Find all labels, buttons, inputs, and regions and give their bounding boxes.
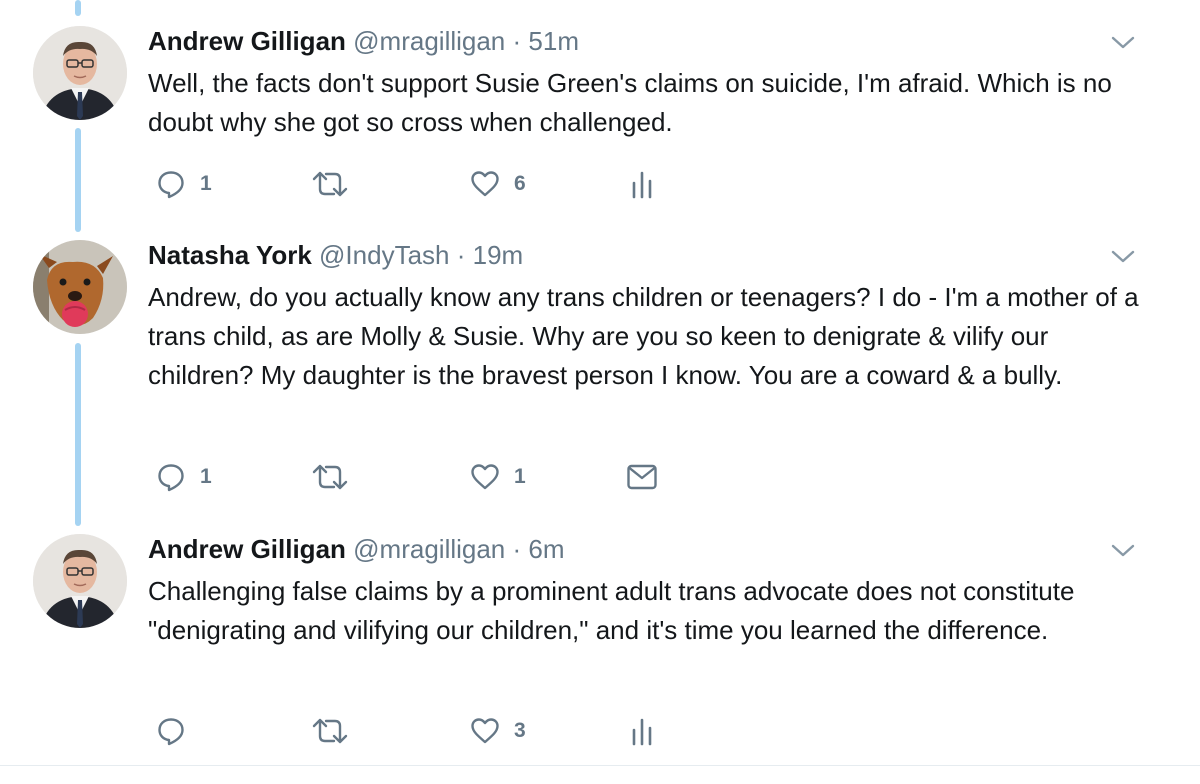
reply-icon	[158, 464, 184, 492]
username[interactable]: @IndyTash	[319, 240, 449, 270]
avatar-image	[33, 26, 127, 120]
avatar[interactable]	[33, 240, 127, 334]
retweet-button[interactable]	[310, 714, 364, 748]
tweet-header: Andrew Gilligan @mragilligan · 6m	[148, 534, 565, 564]
retweet-button[interactable]	[310, 460, 364, 494]
like-button[interactable]: 1	[470, 460, 526, 494]
reply-icon	[158, 718, 184, 746]
tweet-header: Andrew Gilligan @mragilligan · 51m	[148, 26, 579, 56]
separator: ·	[512, 534, 522, 564]
reply-button[interactable]: 1	[156, 460, 212, 494]
tweet-text: Well, the facts don't support Susie Gree…	[148, 68, 1120, 137]
heart-icon	[471, 718, 499, 744]
separator: ·	[512, 26, 522, 56]
heart-icon	[471, 464, 499, 490]
tweet-header: Natasha York @IndyTash · 19m	[148, 240, 523, 270]
thread-line	[75, 0, 81, 16]
timestamp[interactable]: 51m	[528, 26, 579, 56]
retweet-icon	[312, 718, 348, 744]
analytics-icon	[632, 171, 652, 199]
analytics-icon	[632, 718, 652, 746]
avatar-image	[33, 534, 127, 628]
divider	[0, 765, 1200, 766]
retweet-icon	[312, 171, 348, 197]
avatar-image	[33, 240, 127, 334]
heart-icon	[471, 171, 499, 197]
chevron-down-icon[interactable]	[1108, 244, 1138, 268]
tweet[interactable]: Andrew Gilligan @mragilligan · 51m Well,…	[0, 26, 1200, 216]
display-name[interactable]: Andrew Gilligan	[148, 534, 346, 564]
retweet-button[interactable]	[310, 167, 364, 201]
analytics-button[interactable]	[629, 714, 655, 748]
direct-message-button[interactable]	[626, 460, 658, 494]
like-count: 1	[514, 465, 526, 488]
reply-count: 1	[200, 172, 212, 195]
separator: ·	[456, 240, 466, 270]
reply-count: 1	[200, 465, 212, 488]
like-count: 6	[514, 172, 526, 195]
chevron-down-icon[interactable]	[1108, 538, 1138, 562]
display-name[interactable]: Natasha York	[148, 240, 312, 270]
tweet-text: Andrew, do you actually know any trans c…	[148, 282, 1146, 390]
reply-button[interactable]: 1	[156, 167, 212, 201]
username[interactable]: @mragilligan	[353, 534, 505, 564]
like-button[interactable]: 3	[470, 714, 526, 748]
reply-button[interactable]	[156, 714, 200, 748]
timestamp[interactable]: 19m	[473, 240, 524, 270]
direct-message-icon	[627, 464, 657, 490]
tweet[interactable]: Andrew Gilligan @mragilligan · 6m Challe…	[0, 534, 1200, 764]
avatar[interactable]	[33, 26, 127, 120]
tweet[interactable]: Natasha York @IndyTash · 19m Andrew, do …	[0, 240, 1200, 510]
retweet-icon	[312, 464, 348, 490]
avatar[interactable]	[33, 534, 127, 628]
like-count: 3	[514, 719, 526, 742]
username[interactable]: @mragilligan	[353, 26, 505, 56]
display-name[interactable]: Andrew Gilligan	[148, 26, 346, 56]
timestamp[interactable]: 6m	[528, 534, 564, 564]
like-button[interactable]: 6	[470, 167, 526, 201]
tweet-text: Challenging false claims by a prominent …	[148, 576, 1082, 645]
reply-icon	[158, 171, 184, 199]
chevron-down-icon[interactable]	[1108, 30, 1138, 54]
analytics-button[interactable]	[629, 167, 655, 201]
